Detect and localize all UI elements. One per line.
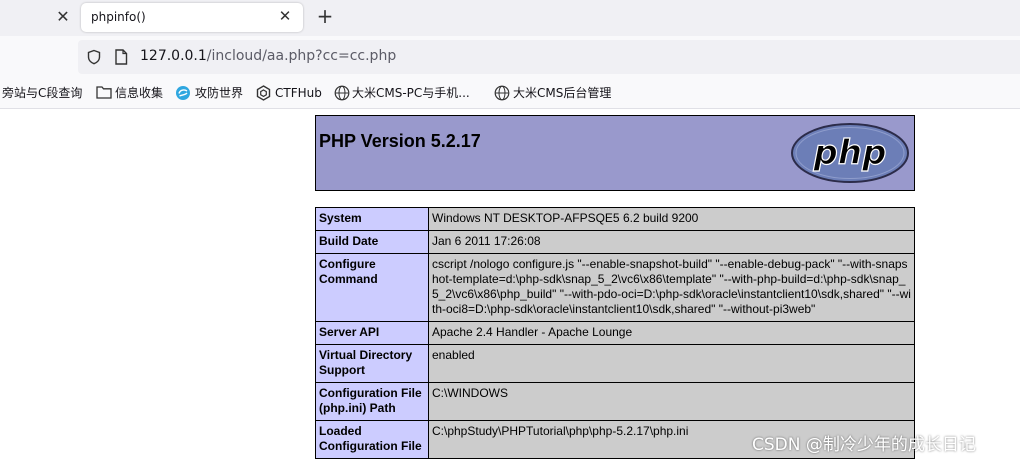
page-icon[interactable] bbox=[114, 49, 128, 65]
row-value: enabled bbox=[428, 344, 915, 383]
address-bar[interactable]: 127.0.0.1/incloud/aa.php?cc=cc.php bbox=[78, 40, 1020, 74]
table-row: Virtual Directory Support enabled bbox=[315, 344, 915, 383]
row-key: System bbox=[315, 207, 429, 231]
row-value: cscript /nologo configure.js "--enable-s… bbox=[428, 253, 915, 322]
bookmark-ctfhub[interactable]: CTFHub bbox=[256, 78, 326, 108]
bookmark-label: 大米CMS后台管理 bbox=[513, 86, 612, 100]
row-key: Virtual Directory Support bbox=[315, 344, 429, 383]
row-value: Jan 6 2011 17:26:08 bbox=[428, 230, 915, 254]
row-key: Loaded Configuration File bbox=[315, 420, 429, 459]
tab-phpinfo[interactable]: phpinfo() ✕ bbox=[81, 3, 303, 32]
row-value: Windows NT DESKTOP-AFPSQE5 6.2 build 920… bbox=[428, 207, 915, 231]
bookmark-adworld[interactable]: 攻防世界 bbox=[175, 78, 247, 108]
table-row: Configure Command cscript /nologo config… bbox=[315, 253, 915, 322]
tab-strip: ✕ phpinfo() ✕ + bbox=[0, 0, 1020, 36]
row-key: Build Date bbox=[315, 230, 429, 254]
bookmark-damicms-pc[interactable]: 大米CMS-PC与手机... bbox=[334, 78, 476, 108]
url-path: /incloud/aa.php?cc=cc.php bbox=[206, 48, 397, 64]
globe-icon bbox=[494, 85, 510, 101]
row-key: Configure Command bbox=[315, 253, 429, 322]
bookmark-label: CTFHub bbox=[275, 86, 322, 100]
bookmarks-bar: 旁站与C段查询 信息收集 攻防世界 CTFHub 大米CMS-PC与手机... bbox=[0, 78, 1020, 109]
row-value: Apache 2.4 Handler - Apache Lounge bbox=[428, 321, 915, 345]
bookmark-label: 旁站与C段查询 bbox=[2, 86, 83, 100]
shield-icon[interactable] bbox=[86, 49, 102, 65]
table-row: Configuration File (php.ini) Path C:\WIN… bbox=[315, 382, 915, 421]
phpinfo-table: System Windows NT DESKTOP-AFPSQE5 6.2 bu… bbox=[315, 207, 915, 459]
bookmark-label: 大米CMS-PC与手机... bbox=[352, 86, 470, 100]
tab-title: phpinfo() bbox=[91, 10, 146, 24]
row-value: C:\WINDOWS bbox=[428, 382, 915, 421]
csdn-watermark: CSDN @制冷少年的成长日记 bbox=[752, 435, 976, 455]
site-logo-icon bbox=[176, 86, 190, 100]
url-text[interactable]: 127.0.0.1/incloud/aa.php?cc=cc.php bbox=[140, 48, 396, 64]
page-title: PHP Version 5.2.17 bbox=[319, 131, 481, 151]
navigation-bar: 127.0.0.1/incloud/aa.php?cc=cc.php bbox=[0, 36, 1020, 78]
php-logo-text: php bbox=[813, 133, 887, 173]
folder-icon bbox=[96, 86, 112, 99]
table-row: System Windows NT DESKTOP-AFPSQE5 6.2 bu… bbox=[315, 207, 915, 231]
table-row: Build Date Jan 6 2011 17:26:08 bbox=[315, 230, 915, 254]
phpinfo-header: PHP Version 5.2.17 php bbox=[315, 115, 915, 191]
bookmark-info-collect[interactable]: 信息收集 bbox=[95, 78, 167, 108]
row-key: Configuration File (php.ini) Path bbox=[315, 382, 429, 421]
ctfhub-icon bbox=[256, 85, 271, 101]
bookmark-damicms-admin[interactable]: 大米CMS后台管理 bbox=[494, 78, 614, 108]
url-host: 127.0.0.1 bbox=[140, 48, 207, 64]
close-tab-icon[interactable]: ✕ bbox=[275, 6, 295, 26]
php-logo[interactable]: php bbox=[790, 122, 910, 184]
new-tab-button[interactable]: + bbox=[314, 5, 336, 27]
globe-icon bbox=[334, 85, 350, 101]
table-row: Server API Apache 2.4 Handler - Apache L… bbox=[315, 321, 915, 345]
row-key: Server API bbox=[315, 321, 429, 345]
close-previous-tab-icon[interactable]: ✕ bbox=[52, 6, 74, 28]
bookmark-label: 攻防世界 bbox=[195, 86, 244, 100]
bookmark-side-station[interactable]: 旁站与C段查询 bbox=[2, 78, 88, 108]
bookmark-label: 信息收集 bbox=[115, 86, 164, 100]
